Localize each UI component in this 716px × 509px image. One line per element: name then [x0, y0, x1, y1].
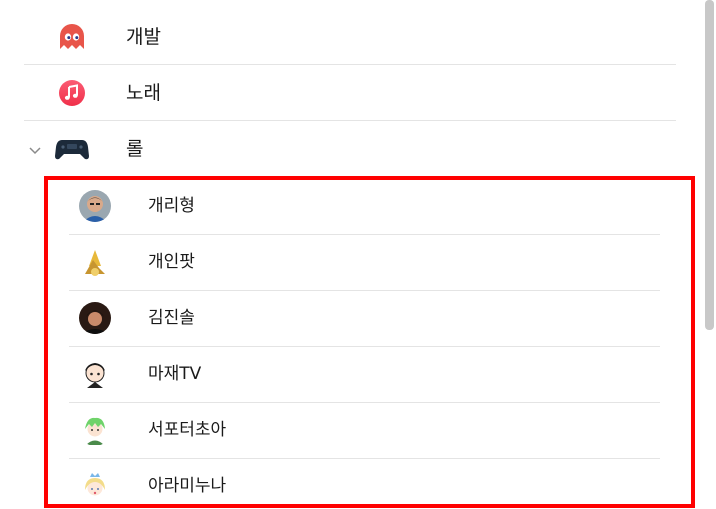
subcategory-item[interactable]: 개리형 — [69, 179, 660, 235]
chevron-down-icon[interactable] — [28, 142, 42, 156]
subcategory-item[interactable]: 마재TV — [69, 347, 660, 403]
scrollbar-thumb[interactable] — [705, 0, 714, 330]
category-label: 노래 — [126, 82, 161, 104]
music-note-icon — [54, 75, 90, 111]
category-label: 롤 — [126, 138, 144, 160]
ghost-icon — [54, 19, 90, 55]
expanded-subcategory-list: 개리형 개인팟 김진솔 마재TV 서포터초아 아라미누나 — [44, 176, 695, 508]
subcategory-item[interactable]: 아라미누나 — [69, 459, 660, 509]
subcategory-label: 아라미누나 — [148, 476, 227, 496]
subcategory-item[interactable]: 김진솔 — [69, 291, 660, 347]
gamepad-icon — [54, 131, 90, 167]
avatar-icon — [79, 246, 111, 278]
subcategory-label: 개리형 — [148, 196, 195, 216]
category-list-page: 개발 노래 롤 개리형 개인팟 김진솔 마재TV 서포터초아 아라미누나 — [0, 0, 716, 509]
avatar-icon — [79, 414, 111, 446]
category-item-lol[interactable]: 롤 — [24, 121, 676, 177]
subcategory-label: 마재TV — [148, 364, 202, 384]
subcategory-label: 서포터초아 — [148, 420, 227, 440]
avatar-icon — [79, 470, 111, 502]
scrollbar[interactable] — [702, 0, 716, 509]
avatar-icon — [79, 302, 111, 334]
avatar-icon — [79, 190, 111, 222]
avatar-icon — [79, 358, 111, 390]
subcategory-label: 김진솔 — [148, 308, 195, 328]
subcategory-item[interactable]: 서포터초아 — [69, 403, 660, 459]
subcategory-label: 개인팟 — [148, 252, 195, 272]
category-label: 개발 — [126, 26, 161, 48]
subcategory-item[interactable]: 개인팟 — [69, 235, 660, 291]
category-item-music[interactable]: 노래 — [24, 65, 676, 121]
category-item-dev[interactable]: 개발 — [24, 9, 676, 65]
